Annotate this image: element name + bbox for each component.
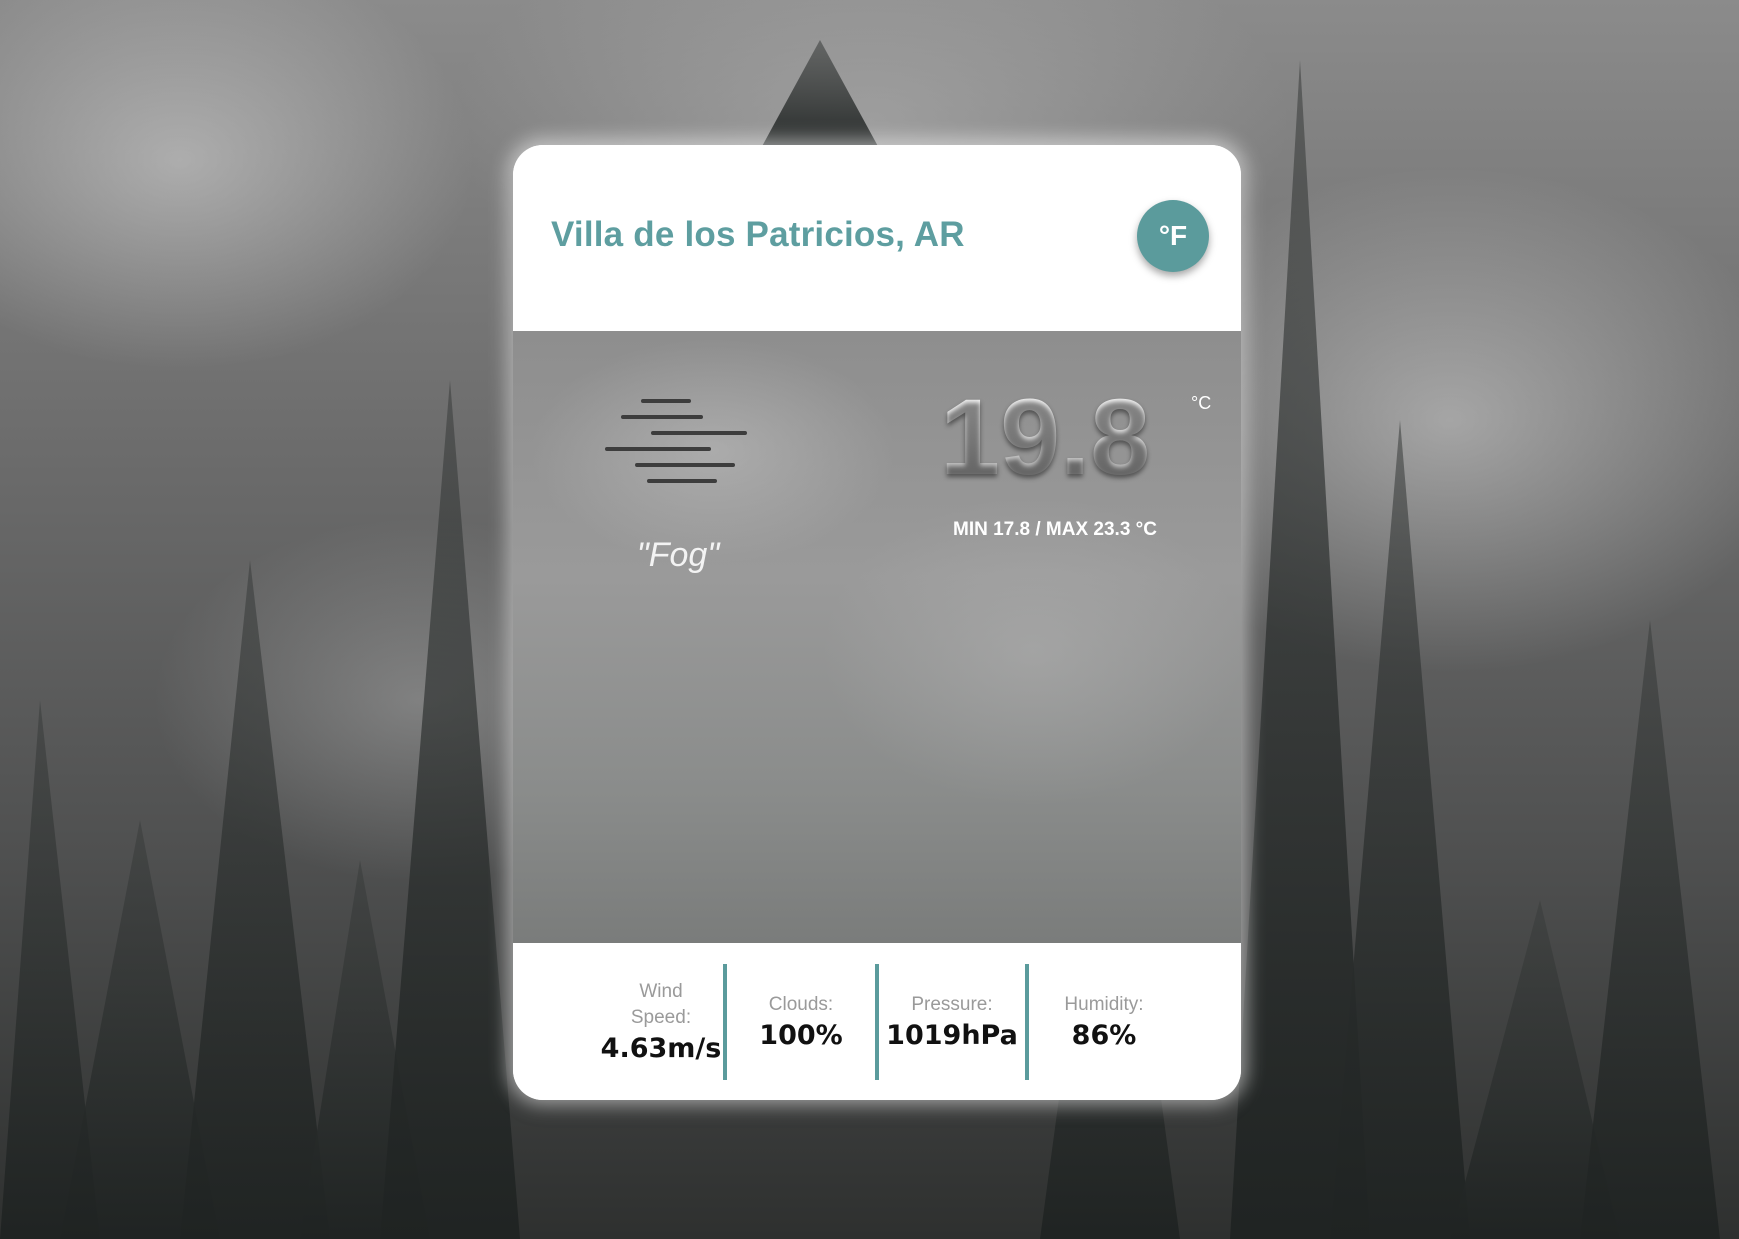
min-max-temperature: MIN 17.8 / MAX 23.3 °C <box>953 519 1157 540</box>
stat-value: 1019hPa <box>886 1020 1018 1051</box>
stat-label: Humidity: <box>1064 994 1144 1015</box>
temperature-unit: °C <box>1191 393 1212 413</box>
stat-humidity: Humidity: 86% <box>1029 943 1179 1100</box>
fog-icon <box>605 399 747 483</box>
stat-value: 100% <box>759 1020 843 1051</box>
stat-value: 86% <box>1071 1020 1137 1051</box>
stat-label: Wind Speed: <box>630 981 692 1028</box>
stat-clouds: Clouds: 100% <box>727 943 875 1100</box>
unit-toggle-button[interactable]: °F <box>1137 200 1209 272</box>
weather-main: "Fog" 19.8 °C MIN 17.8 / MAX 23.3 °C <box>513 331 1241 943</box>
weather-card: Villa de los Patricios, AR °F "Fog" 19.8… <box>513 145 1241 1100</box>
stat-pressure: Pressure: 1019hPa <box>879 943 1025 1100</box>
current-temperature: 19.8 <box>940 376 1151 497</box>
city-name: Villa de los Patricios, AR <box>551 215 965 254</box>
stat-label: Clouds: <box>768 994 834 1015</box>
stats-bar: Wind Speed: 4.63m/s Clouds: 100% Pressur… <box>513 943 1241 1100</box>
weather-description: "Fog" <box>636 536 720 574</box>
stat-label: Pressure: <box>911 994 993 1015</box>
stat-value: 4.63m/s <box>600 1033 722 1064</box>
stat-wind-speed: Wind Speed: 4.63m/s <box>591 943 731 1100</box>
card-header: Villa de los Patricios, AR °F <box>513 145 1241 331</box>
